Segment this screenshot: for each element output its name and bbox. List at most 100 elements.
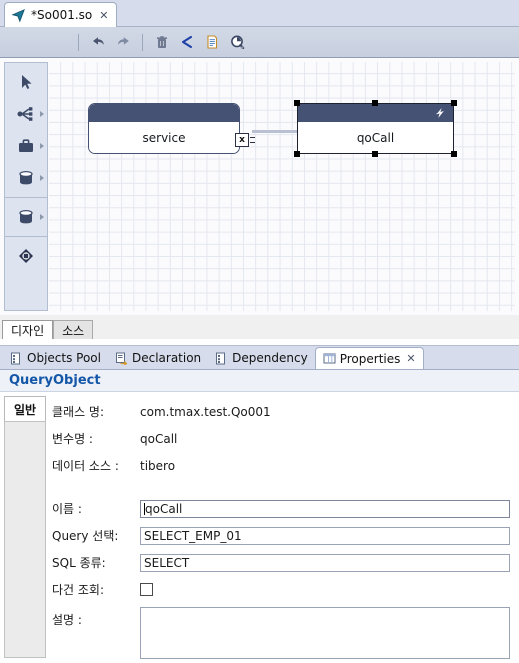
properties-icon: [323, 352, 336, 365]
node-qocall-label: qoCall: [298, 122, 453, 153]
label-variable-name: 변수명 :: [52, 432, 93, 446]
database-cylinder-icon: [19, 209, 33, 224]
row-class-name: 클래스 명: com.tmax.test.Qo001: [52, 398, 519, 425]
description-textarea[interactable]: [140, 607, 510, 659]
row-name: 이름 : qoCall: [52, 495, 519, 522]
chevron-right-icon: [40, 175, 44, 181]
design-tab-design[interactable]: 디자인: [2, 320, 54, 339]
row-data-source: 데이터 소스 : tibero: [52, 452, 519, 479]
tab-objects-pool[interactable]: Objects Pool: [3, 347, 108, 369]
diagram-grid[interactable]: service x qoCall: [49, 62, 515, 311]
label-sql-type: SQL 종류:: [52, 556, 106, 570]
label-class-name: 클래스 명:: [52, 405, 105, 419]
palette-group-3: [5, 237, 47, 275]
chevron-right-icon: [40, 214, 44, 220]
editor-toolbar: [0, 27, 519, 58]
form-spacer: [52, 479, 519, 495]
name-input-value: qoCall: [145, 501, 183, 516]
editor-mode-tabs: 디자인 소스: [0, 315, 519, 339]
database-cylinder-icon: [19, 170, 33, 185]
value-class-name: com.tmax.test.Qo001: [140, 404, 271, 419]
query-magnifier-icon[interactable]: [225, 31, 249, 54]
palette-query-tool[interactable]: [5, 201, 47, 233]
lightning-bolt-icon: [436, 108, 444, 118]
editor-tab-so001[interactable]: *So001.so ✕: [4, 2, 117, 27]
tab-declaration[interactable]: Declaration: [108, 347, 208, 369]
selection-handle-n[interactable]: [372, 100, 378, 106]
palette-node-tool[interactable]: [5, 240, 47, 272]
toolbar-separator-2: [142, 33, 143, 51]
value-data-source: tibero: [140, 458, 176, 473]
label-query-select: Query 선택:: [52, 529, 119, 543]
value-variable-name: qoCall: [140, 431, 178, 446]
diamond-node-icon: [19, 249, 33, 263]
row-query-select: Query 선택: SELECT_EMP_01: [52, 522, 519, 549]
side-tabs-filler: [4, 421, 46, 658]
sql-type-value: SELECT: [144, 555, 190, 570]
node-qocall-header: [298, 104, 453, 122]
row-sql-type: SQL 종류: SELECT: [52, 549, 519, 576]
palette-group-1: [5, 63, 47, 198]
selection-handle-s[interactable]: [372, 151, 378, 157]
selection-handle-sw[interactable]: [294, 151, 300, 157]
selection-handle-se[interactable]: [451, 151, 457, 157]
properties-form: 클래스 명: com.tmax.test.Qo001 변수명 : qoCall …: [52, 398, 519, 659]
chevron-right-icon: [40, 143, 44, 149]
redo-button[interactable]: [111, 31, 135, 54]
selection-handle-nw[interactable]: [294, 100, 300, 106]
side-tab-general[interactable]: 일반: [4, 396, 46, 421]
tab-dependency-label: Dependency: [232, 351, 308, 365]
tab-properties[interactable]: Properties ✕: [314, 347, 424, 369]
node-connector[interactable]: [252, 130, 297, 133]
design-tab-source[interactable]: 소스: [53, 320, 94, 339]
cursor-arrow-icon: [22, 75, 32, 89]
node-service-header: [89, 104, 239, 122]
view-tabstrip: Objects Pool Declaration Dependency Prop…: [0, 345, 519, 369]
diagram-palette: [4, 62, 48, 311]
palette-group-2: [5, 198, 47, 237]
palette-service-tool[interactable]: [5, 130, 47, 162]
palette-select-tool[interactable]: [5, 66, 47, 98]
editor-tab-label: *So001.so: [31, 8, 93, 22]
multi-row-checkbox[interactable]: [140, 583, 153, 596]
node-service-label: service: [89, 122, 239, 153]
label-name: 이름 :: [52, 502, 82, 516]
name-input[interactable]: qoCall: [140, 499, 510, 518]
close-icon[interactable]: ✕: [406, 353, 415, 364]
selection-handle-ne[interactable]: [451, 100, 457, 106]
cursor-arrow-icon: [11, 8, 26, 23]
objects-pool-icon: [10, 352, 23, 365]
label-data-source: 데이터 소스 :: [52, 459, 119, 473]
document-button[interactable]: [200, 31, 224, 54]
declaration-icon: [115, 352, 128, 365]
tab-properties-label: Properties: [339, 351, 401, 366]
tab-declaration-label: Declaration: [131, 351, 202, 365]
node-service[interactable]: service: [88, 103, 240, 154]
share-icon[interactable]: [175, 31, 199, 54]
query-select-value: SELECT_EMP_01: [144, 528, 242, 543]
diagram-canvas-area: service x qoCall: [0, 58, 519, 315]
properties-panel: QueryObject 일반 클래스 명: com.tmax.test.Qo00…: [0, 369, 519, 663]
row-multi-row: 다건 조회:: [52, 576, 519, 603]
toolbar-separator-1: [78, 33, 79, 51]
delete-button[interactable]: [150, 31, 174, 54]
branch-split-icon: [17, 107, 33, 121]
undo-button[interactable]: [86, 31, 110, 54]
chevron-right-icon: [40, 111, 44, 117]
close-icon[interactable]: ✕: [99, 10, 108, 21]
briefcase-icon: [19, 139, 33, 152]
label-multi-row: 다건 조회:: [52, 583, 105, 597]
node-service-x-badge[interactable]: x: [235, 133, 255, 147]
sql-type-input[interactable]: SELECT: [140, 553, 510, 572]
palette-branch-tool[interactable]: [5, 98, 47, 130]
label-description: 설명 :: [52, 613, 82, 627]
tab-dependency[interactable]: Dependency: [208, 347, 315, 369]
node-qocall[interactable]: qoCall: [297, 103, 454, 154]
query-select-input[interactable]: SELECT_EMP_01: [140, 526, 510, 545]
row-variable-name: 변수명 : qoCall: [52, 425, 519, 452]
properties-side-tabs: 일반: [4, 396, 46, 660]
dependency-icon: [215, 352, 228, 365]
row-description: 설명 :: [52, 607, 519, 659]
editor-tabstrip: *So001.so ✕: [0, 0, 519, 27]
palette-datasource-tool[interactable]: [5, 162, 47, 194]
